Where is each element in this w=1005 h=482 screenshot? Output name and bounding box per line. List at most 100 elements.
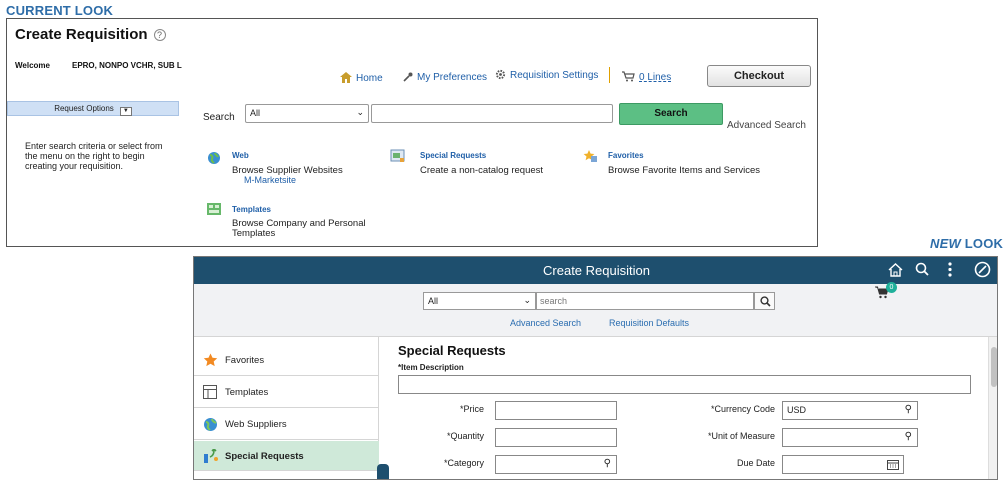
sidebar-item-favorites[interactable]: Favorites <box>194 345 379 376</box>
search-button[interactable] <box>754 292 775 310</box>
search-label: Search <box>203 112 235 123</box>
sidebar-item-web-suppliers[interactable]: Web Suppliers <box>194 409 379 440</box>
search-category-value: All <box>250 108 261 118</box>
page-title: Create Requisition? <box>15 26 166 43</box>
search-category-value: All <box>428 296 439 306</box>
templates-icon <box>207 203 221 215</box>
search-icon[interactable]: ⚲ <box>905 431 912 442</box>
chevron-down-icon: ▼ <box>119 107 132 116</box>
category-field[interactable]: ⚲ <box>495 455 617 474</box>
sidebar-item-special-requests[interactable]: Special Requests <box>194 441 379 471</box>
templates-title: Templates <box>232 205 271 214</box>
favorites-desc: Browse Favorite Items and Services <box>608 165 761 176</box>
search-icon[interactable]: ⚲ <box>604 458 611 469</box>
web-title: Web <box>232 151 249 160</box>
home-link[interactable]: Home <box>340 72 383 84</box>
search-category-select[interactable]: All ⌄ <box>245 104 369 123</box>
special-requests-desc: Create a non-catalog request <box>420 165 544 176</box>
page-title-text: Create Requisition <box>15 26 148 43</box>
cart-link[interactable]: 0 Lines <box>622 71 671 83</box>
wrench-icon <box>403 72 413 82</box>
marketsite-link[interactable]: M-Marketsite <box>232 176 343 185</box>
request-options-dropdown[interactable]: Request Options ▼ <box>7 101 179 116</box>
star-icon <box>203 353 218 367</box>
item-description-field[interactable] <box>398 375 971 394</box>
nav-divider <box>609 67 610 83</box>
cart-count-badge: 0 <box>886 282 897 293</box>
scrollbar-thumb[interactable] <box>991 347 997 387</box>
current-look-caption: CURRENT LOOK <box>6 3 114 18</box>
sidebar-item-label: Favorites <box>225 355 265 366</box>
currency-code-label: *Currency Code <box>710 404 775 414</box>
header-bar: Create Requisition <box>194 257 997 284</box>
cart-button[interactable]: 0 <box>875 282 897 304</box>
home-icon[interactable] <box>888 263 903 277</box>
templates-option[interactable]: Templates Browse Company and Personal Te… <box>232 205 382 239</box>
help-icon[interactable]: ? <box>153 29 166 41</box>
new-look-caption-prefix: NEW <box>930 236 961 251</box>
search-icon[interactable] <box>915 262 929 277</box>
new-look-caption-suffix: LOOK <box>960 236 1004 251</box>
price-label: *Price <box>459 404 484 414</box>
advanced-search-link[interactable]: Advanced Search <box>510 318 581 328</box>
user-name: EPRO, NONPO VCHR, SUB L <box>71 61 182 70</box>
home-icon <box>340 72 352 83</box>
item-description-label: *Item Description <box>398 363 464 372</box>
search-category-select[interactable]: All ⌄ <box>423 292 536 310</box>
special-requests-option[interactable]: Special Requests Create a non-catalog re… <box>420 151 543 176</box>
preferences-label: My Preferences <box>417 72 488 83</box>
header-title: Create Requisition <box>543 263 650 278</box>
template-icon <box>203 385 217 399</box>
new-look-caption: NEW LOOK <box>930 236 1003 251</box>
web-option[interactable]: Web Browse Supplier Websites M-Marketsit… <box>232 151 343 185</box>
search-icon[interactable]: ⚲ <box>905 404 912 415</box>
unit-of-measure-field[interactable]: ⚲ <box>782 428 918 447</box>
welcome-label: Welcome <box>15 61 50 70</box>
due-date-label: Due Date <box>736 458 775 468</box>
advanced-search-link[interactable]: Advanced Search <box>727 120 806 131</box>
favorites-option[interactable]: Favorites Browse Favorite Items and Serv… <box>608 151 760 176</box>
globe-icon <box>204 418 217 431</box>
currency-code-value: USD <box>787 405 807 415</box>
settings-label: Requisition Settings <box>510 70 599 81</box>
navigator-icon[interactable] <box>974 261 991 278</box>
cart-icon <box>622 71 635 82</box>
search-button[interactable]: Search <box>619 103 723 125</box>
sidebar: Favorites Templates Web Suppliers Specia… <box>194 337 379 479</box>
scrollbar[interactable] <box>988 337 997 479</box>
search-input[interactable] <box>371 104 613 123</box>
help-text: Enter search criteria or select from the… <box>25 141 163 171</box>
sidebar-item-templates[interactable]: Templates <box>194 377 379 408</box>
sidebar-item-label: Special Requests <box>225 451 304 462</box>
currency-code-field[interactable]: USD ⚲ <box>782 401 918 420</box>
chevron-down-icon: ⌄ <box>356 107 364 117</box>
search-bar: All ⌄ search Advanced Search Requisition … <box>194 282 997 337</box>
current-look-panel: Create Requisition? Welcome EPRO, NONPO V… <box>6 18 818 247</box>
request-options-label: Request Options <box>54 104 114 113</box>
more-actions-icon[interactable] <box>947 262 953 277</box>
special-request-icon <box>390 149 405 162</box>
sidebar-item-label: Web Suppliers <box>225 419 287 430</box>
search-input[interactable]: search <box>536 292 754 310</box>
quantity-label: *Quantity <box>446 431 484 441</box>
globe-icon <box>208 152 220 164</box>
due-date-field[interactable] <box>782 455 904 474</box>
requisition-settings-link[interactable]: Requisition Settings <box>495 69 598 81</box>
preferences-link[interactable]: My Preferences <box>403 72 487 83</box>
templates-desc: Browse Company and Personal Templates <box>232 218 366 239</box>
special-request-icon <box>204 449 218 463</box>
price-field[interactable] <box>495 401 617 420</box>
requisition-defaults-link[interactable]: Requisition Defaults <box>609 318 689 328</box>
checkout-button[interactable]: Checkout <box>707 65 811 87</box>
quantity-field[interactable] <box>495 428 617 447</box>
special-requests-title: Special Requests <box>420 151 487 160</box>
favorites-title: Favorites <box>608 151 644 160</box>
gear-icon <box>495 69 506 80</box>
sidebar-item-label: Templates <box>225 387 269 398</box>
cart-lines: 0 Lines <box>639 72 672 83</box>
chevron-down-icon: ⌄ <box>523 295 531 305</box>
special-requests-form: Special Requests *Item Description *Pric… <box>380 337 984 479</box>
new-look-panel: Create Requisition All ⌄ search Advanced … <box>193 256 998 480</box>
home-label: Home <box>356 73 383 84</box>
calendar-icon[interactable] <box>887 459 899 470</box>
